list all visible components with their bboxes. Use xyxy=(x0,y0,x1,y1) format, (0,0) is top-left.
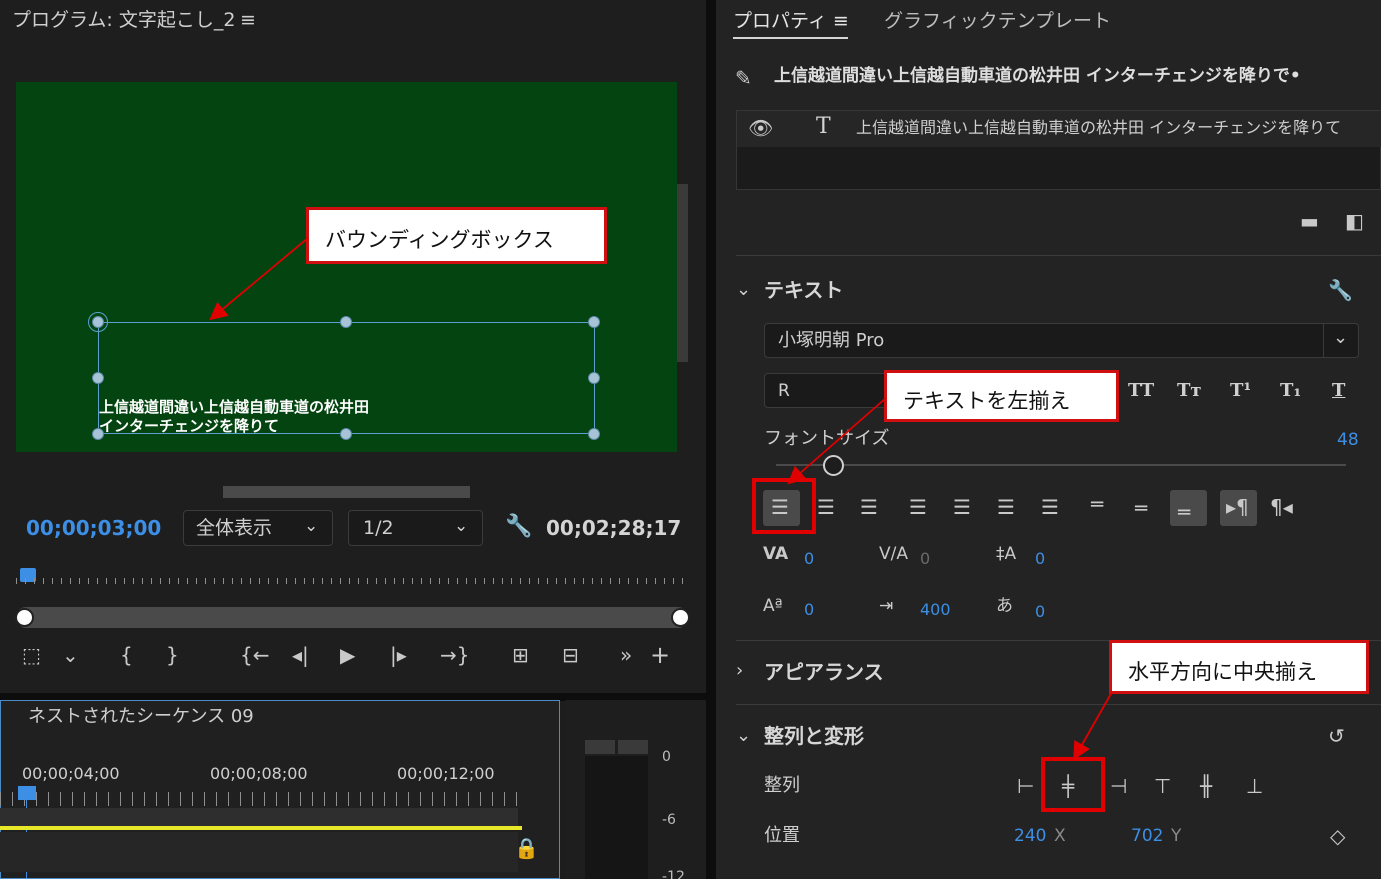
arrow-center-horizontal xyxy=(1073,691,1113,761)
arrow-bounding-box xyxy=(209,237,309,321)
arrow-left-align xyxy=(787,397,887,485)
annotation-arrows xyxy=(209,237,1113,761)
